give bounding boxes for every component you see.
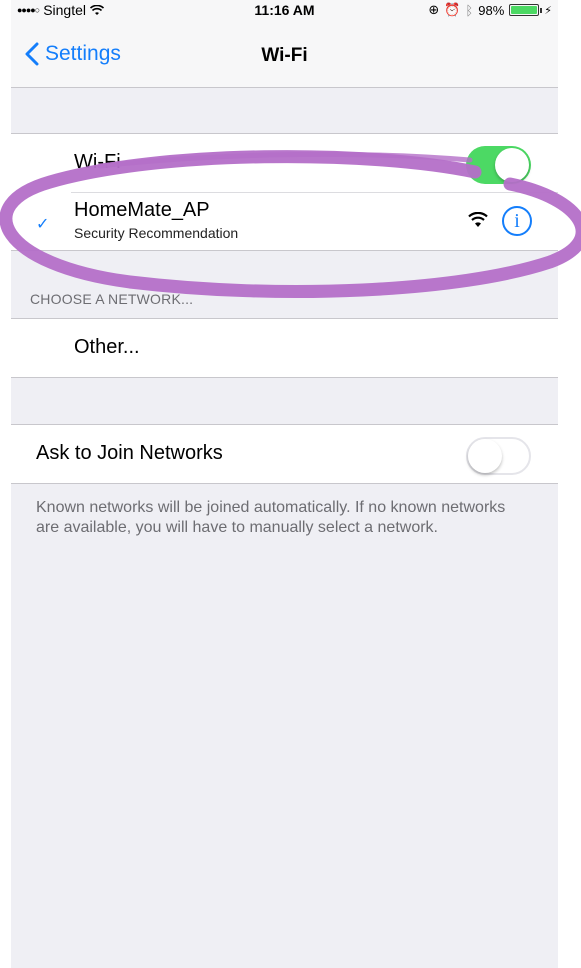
- status-right: ⊕ ⏰ ᛒ 98% ⚡: [428, 2, 552, 18]
- ask-to-join-footer: Known networks will be joined automatica…: [36, 499, 506, 536]
- ask-to-join-group: Ask to Join Networks: [11, 424, 558, 484]
- status-bar: ●●●●○ Singtel 11:16 AM ⊕ ⏰ ᛒ 98% ⚡: [11, 0, 558, 20]
- network-subtitle: Security Recommendation: [74, 225, 239, 241]
- ask-to-join-toggle-knob: [468, 439, 502, 473]
- bluetooth-icon: ᛒ: [465, 2, 474, 18]
- alarm-icon: ⏰: [444, 2, 461, 17]
- info-icon[interactable]: i: [502, 206, 532, 236]
- checkmark-icon: ✓: [36, 216, 50, 233]
- wifi-toggle[interactable]: [466, 146, 531, 184]
- orientation-lock-icon: ⊕: [428, 2, 440, 17]
- other-network-label: Other...: [74, 336, 140, 358]
- battery-nub: [540, 8, 543, 13]
- battery-icon: [509, 4, 543, 16]
- navigation-bar: Settings Wi-Fi: [11, 20, 558, 88]
- ask-to-join-label: Ask to Join Networks: [36, 442, 223, 464]
- page-title: Wi-Fi: [261, 45, 308, 66]
- ask-to-join-toggle[interactable]: [466, 437, 531, 475]
- wifi-toggle-row: Wi-Fi: [11, 134, 558, 192]
- choose-network-header: CHOOSE A NETWORK...: [30, 291, 194, 307]
- battery-percent: 98%: [478, 2, 505, 18]
- wifi-group: Wi-Fi ✓ HomeMate_AP Security Recommendat…: [11, 133, 558, 251]
- battery-level-fill: [511, 6, 537, 14]
- wifi-label: Wi-Fi: [74, 151, 121, 173]
- settings-screen: ●●●●○ Singtel 11:16 AM ⊕ ⏰ ᛒ 98% ⚡ Setti…: [11, 0, 558, 968]
- network-name: HomeMate_AP: [74, 199, 210, 221]
- wifi-strength-icon: [468, 212, 488, 227]
- connected-network-row[interactable]: ✓ HomeMate_AP Security Recommendation i: [11, 192, 558, 250]
- wifi-toggle-knob: [495, 148, 529, 182]
- charging-icon: ⚡: [544, 4, 552, 17]
- other-network-row[interactable]: Other...: [11, 319, 558, 377]
- network-list-group: Other...: [11, 318, 558, 378]
- ask-to-join-row: Ask to Join Networks: [11, 425, 558, 483]
